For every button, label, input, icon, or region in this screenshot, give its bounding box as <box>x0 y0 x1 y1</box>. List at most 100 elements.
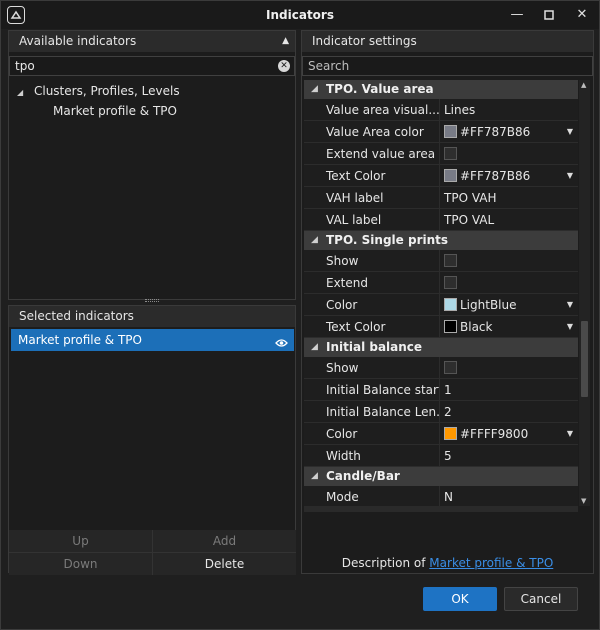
available-indicators-panel: Available indicators ▲ tpo ✕ ◢ Clusters,… <box>8 30 296 300</box>
up-button[interactable]: Up <box>9 530 152 552</box>
show-initial-balance-checkbox[interactable] <box>444 361 457 374</box>
scrollbar-thumb[interactable] <box>581 321 588 397</box>
cancel-button[interactable]: Cancel <box>504 587 578 611</box>
chevron-down-icon[interactable]: ▼ <box>567 165 573 186</box>
category-title: Candle/Bar <box>326 469 400 483</box>
color-picker[interactable]: Black ▼ <box>440 316 578 337</box>
property-row[interactable]: Extend <box>304 272 578 294</box>
property-name: Text Color <box>304 165 440 186</box>
property-row[interactable]: Value Area color #FF787B86 ▼ <box>304 121 578 143</box>
property-row[interactable]: Initial Balance start 1 <box>304 379 578 401</box>
close-icon[interactable]: ✕ <box>572 5 592 25</box>
category-collapse-icon[interactable]: ◢ <box>311 80 318 99</box>
property-row[interactable]: Value area visual... Lines <box>304 99 578 121</box>
color-swatch <box>444 320 457 333</box>
panel-splitter-handle[interactable] <box>145 299 159 302</box>
category-collapse-icon[interactable]: ◢ <box>311 338 318 357</box>
color-picker[interactable]: LightBlue ▼ <box>440 294 578 315</box>
selected-item-market-profile[interactable]: Market profile & TPO <box>11 329 294 351</box>
down-button[interactable]: Down <box>9 553 152 575</box>
color-picker[interactable]: #FF787B86 ▼ <box>440 121 578 142</box>
property-row[interactable]: Mode N <box>304 486 578 506</box>
settings-search-input[interactable]: Search <box>302 56 593 76</box>
color-picker[interactable]: #FFFF9800 ▼ <box>440 423 578 444</box>
color-swatch <box>444 427 457 440</box>
category-initial-balance[interactable]: ◢ Initial balance <box>304 338 578 357</box>
category-collapse-icon[interactable]: ◢ <box>311 467 318 486</box>
category-value-area[interactable]: ◢ TPO. Value area <box>304 80 578 99</box>
collapse-up-icon[interactable]: ▲ <box>282 31 289 52</box>
tree-item-market-profile[interactable]: Market profile & TPO <box>9 101 295 121</box>
indicator-search-input[interactable]: tpo ✕ <box>9 56 295 76</box>
color-picker[interactable]: #FF787B86 ▼ <box>440 165 578 186</box>
property-name: Color <box>304 294 440 315</box>
property-name: Initial Balance Len... <box>304 401 440 422</box>
chevron-down-icon[interactable]: ▼ <box>567 423 573 444</box>
property-name: Extend value area <box>304 143 440 164</box>
property-value[interactable]: 2 <box>440 401 578 422</box>
property-name: Mode <box>304 486 440 506</box>
extend-single-prints-checkbox[interactable] <box>444 276 457 289</box>
category-collapse-icon[interactable]: ◢ <box>311 231 318 250</box>
property-value[interactable]: N <box>440 486 578 506</box>
color-value: #FFFF9800 <box>460 427 529 441</box>
property-row[interactable]: Color LightBlue ▼ <box>304 294 578 316</box>
tree-group-label: Clusters, Profiles, Levels <box>33 84 180 98</box>
maximize-icon[interactable] <box>539 5 559 25</box>
property-value[interactable]: TPO VAH <box>440 187 578 208</box>
chevron-down-icon[interactable]: ▼ <box>567 121 573 142</box>
scroll-down-icon[interactable]: ▼ <box>581 497 586 505</box>
indicators-dialog: Indicators — ✕ Available indicators ▲ tp… <box>0 0 600 630</box>
property-row[interactable]: Width 5 <box>304 445 578 467</box>
clear-search-icon[interactable]: ✕ <box>278 60 290 72</box>
chevron-down-icon[interactable]: ▼ <box>567 294 573 315</box>
property-row[interactable]: Extend value area <box>304 143 578 165</box>
delete-button[interactable]: Delete <box>153 553 296 575</box>
extend-value-area-checkbox[interactable] <box>444 147 457 160</box>
color-swatch <box>444 169 457 182</box>
property-row[interactable]: Color #FFFF9800 ▼ <box>304 423 578 445</box>
show-single-prints-checkbox[interactable] <box>444 254 457 267</box>
description-link[interactable]: Market profile & TPO <box>429 556 553 570</box>
category-candle-bar[interactable]: ◢ Candle/Bar <box>304 467 578 486</box>
title-bar: Indicators — ✕ <box>1 1 599 29</box>
property-row[interactable]: Text Color #FF787B86 ▼ <box>304 165 578 187</box>
description-prefix: Description of <box>341 556 426 570</box>
property-row[interactable]: VAH label TPO VAH <box>304 187 578 209</box>
horizontal-scrollbar[interactable] <box>304 506 578 512</box>
property-row[interactable]: Show <box>304 357 578 379</box>
property-name: Color <box>304 423 440 444</box>
color-value: #FF787B86 <box>460 169 531 183</box>
scroll-up-icon[interactable]: ▲ <box>581 81 586 89</box>
property-value[interactable]: Lines <box>440 99 578 120</box>
property-name: Initial Balance start <box>304 379 440 400</box>
category-single-prints[interactable]: ◢ TPO. Single prints <box>304 231 578 250</box>
chevron-down-icon[interactable]: ▼ <box>567 316 573 337</box>
property-name: Extend <box>304 272 440 293</box>
search-value: tpo <box>15 59 35 73</box>
property-name: VAH label <box>304 187 440 208</box>
indicator-settings-header: Indicator settings <box>302 31 593 52</box>
selected-item-label: Market profile & TPO <box>18 333 142 347</box>
property-value[interactable]: TPO VAL <box>440 209 578 230</box>
minimize-icon[interactable]: — <box>507 5 527 25</box>
ok-button[interactable]: OK <box>423 587 497 611</box>
visibility-eye-icon[interactable] <box>275 333 288 355</box>
selected-indicators-panel: Selected indicators Market profile & TPO… <box>8 305 296 575</box>
property-value[interactable]: 5 <box>440 445 578 466</box>
property-row[interactable]: Text Color Black ▼ <box>304 316 578 338</box>
property-row[interactable]: Show <box>304 250 578 272</box>
settings-search-placeholder: Search <box>308 59 350 73</box>
indicator-settings-panel: Indicator settings Search ◢ TPO. Value a… <box>301 30 594 574</box>
property-row[interactable]: Initial Balance Len... 2 <box>304 401 578 423</box>
property-name: Text Color <box>304 316 440 337</box>
tree-group-clusters[interactable]: ◢ Clusters, Profiles, Levels <box>9 81 295 101</box>
property-value[interactable]: 1 <box>440 379 578 400</box>
add-button[interactable]: Add <box>153 530 296 552</box>
settings-scrollbar[interactable]: ▲ ▼ <box>579 80 590 506</box>
available-indicators-header[interactable]: Available indicators ▲ <box>9 31 295 52</box>
color-value: #FF787B86 <box>460 125 531 139</box>
property-row[interactable]: VAL label TPO VAL <box>304 209 578 231</box>
move-buttons-grid: Up Add Down Delete <box>9 530 296 575</box>
tree-expand-icon[interactable]: ◢ <box>17 88 23 97</box>
